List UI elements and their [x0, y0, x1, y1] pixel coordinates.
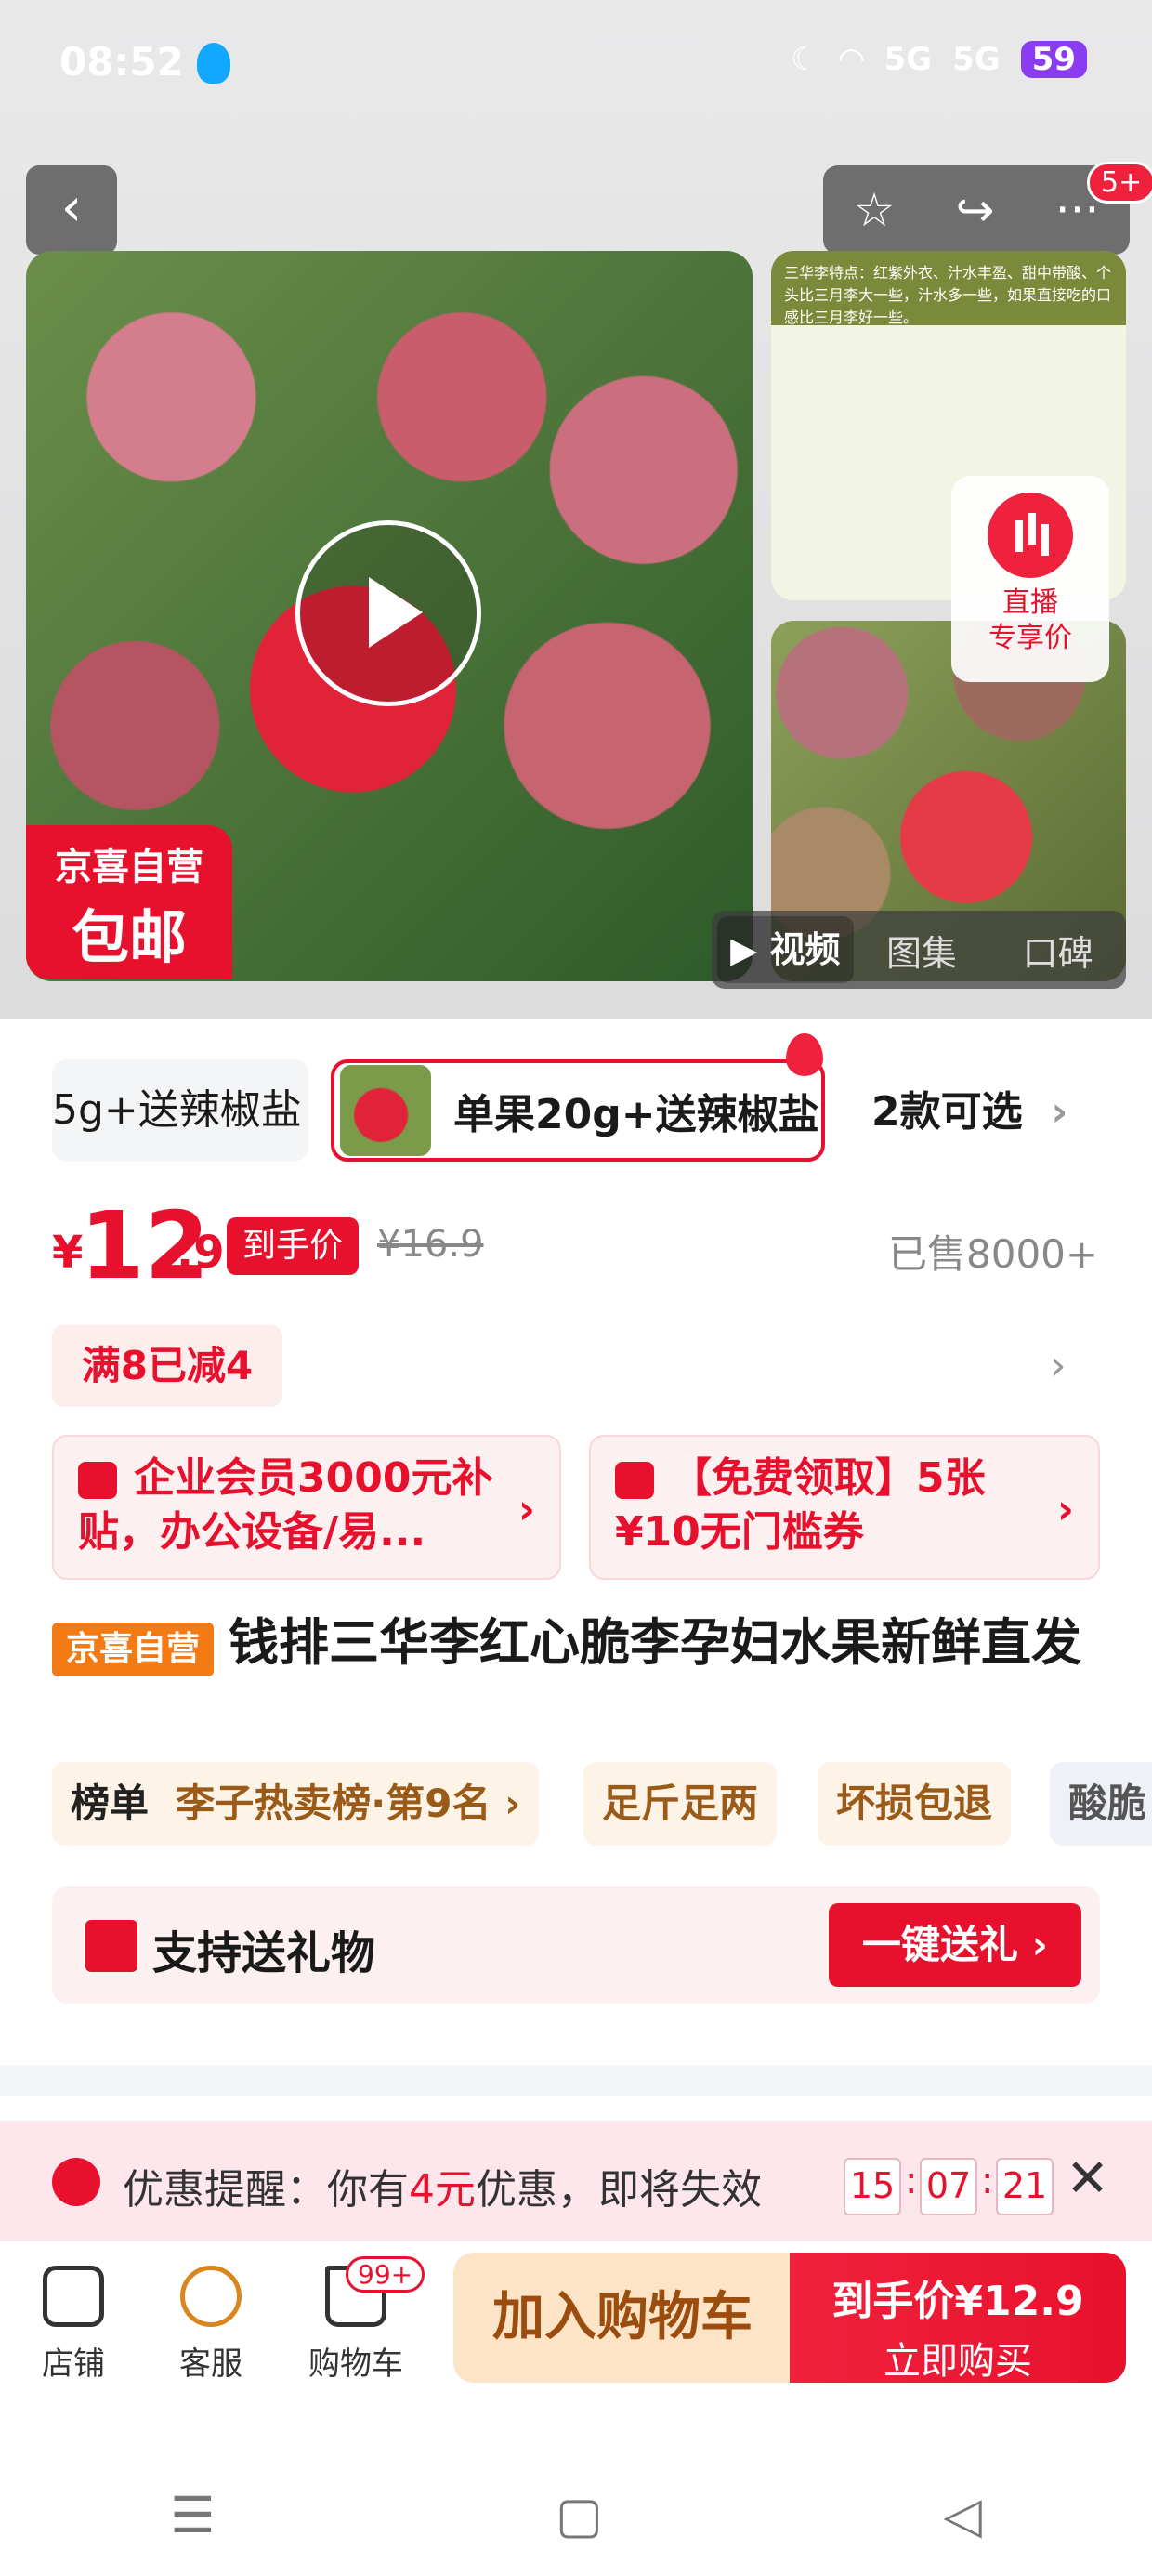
final-price-tag: 到手价: [227, 1217, 359, 1275]
chevron-right-icon: ›: [1056, 1486, 1074, 1533]
reminder-amount: 4元: [409, 2166, 476, 2214]
live-button[interactable]: 直播 专享价: [951, 476, 1109, 682]
feature-chip[interactable]: 足斤足两: [583, 1762, 778, 1846]
buy-now-button[interactable]: 到手价¥12.9 立即购买: [790, 2253, 1126, 2383]
shop-tag: 京喜自营: [52, 1623, 214, 1676]
price-decimal: .9: [177, 1227, 225, 1279]
rank-chip[interactable]: 榜单 李子热卖榜·第9名 ›: [52, 1762, 540, 1846]
timer-minutes: 07: [920, 2158, 977, 2215]
coupon-card-1[interactable]: 企业会员3000元补贴，办公设备/易... ›: [52, 1435, 561, 1580]
feature-chip[interactable]: 坏损包退: [818, 1762, 1012, 1846]
wifi-icon: ◠: [839, 41, 864, 78]
shop-label: 店铺: [42, 2346, 105, 2383]
sku-option-label: 5g+送辣椒盐: [52, 1086, 302, 1134]
timer-hours: 15: [844, 2158, 901, 2215]
coupon-card-2[interactable]: 【免费领取】5张¥10无门槛券 ›: [589, 1435, 1100, 1580]
promo-tag-line1: 京喜自营: [55, 846, 203, 888]
user-icon: [78, 1462, 117, 1499]
live-line1: 直播: [1002, 586, 1058, 619]
service-icon: [180, 2266, 242, 2327]
coupon-icon: [615, 1462, 654, 1499]
media-area: 08:52 ☾ ◠ 5G 5G 59 ‹ ☆ ↪ ··· 5+ 京喜自营 包邮 …: [0, 0, 1152, 1019]
sku-option[interactable]: 5g+送辣椒盐: [52, 1059, 308, 1162]
reminder-prefix: 优惠提醒：你有: [123, 2166, 409, 2214]
back-button[interactable]: ‹: [26, 165, 117, 255]
menu-icon[interactable]: ☰: [170, 2486, 215, 2544]
message-badge: 5+: [1087, 162, 1152, 204]
gift-label: 支持送礼物: [152, 1927, 376, 1979]
battery-icon: 59: [1020, 41, 1087, 78]
star-icon[interactable]: ☆: [854, 183, 896, 237]
price-symbol: ¥: [52, 1227, 84, 1279]
discount-reminder: 优惠提醒：你有4元优惠，即将失效 15 : 07 : 21 ✕: [0, 2121, 1152, 2241]
feature-chip[interactable]: 酸脆: [1050, 1762, 1152, 1846]
cart-badge: 99+: [346, 2256, 425, 2293]
buy-price: 到手价¥12.9: [831, 2278, 1084, 2325]
section-divider: [0, 2065, 1152, 2096]
close-icon[interactable]: ✕: [1066, 2149, 1109, 2209]
live-line2: 专享价: [988, 622, 1072, 654]
system-nav-bar: ☰ ▢ ◁: [0, 2453, 1152, 2576]
signal-1: 5G: [884, 41, 933, 78]
live-icon: [988, 493, 1073, 578]
timer-colon: :: [981, 2160, 994, 2202]
shop-icon: [43, 2266, 104, 2327]
back-icon[interactable]: ◁: [943, 2486, 982, 2544]
sku-selected-label: 单果20g+送辣椒盐: [453, 1091, 819, 1138]
send-gift-button[interactable]: 一键送礼 ›: [829, 1903, 1081, 1987]
sku-count[interactable]: 2款可选 ›: [871, 1078, 1067, 1137]
hot-flame-icon: [786, 1033, 823, 1076]
cart-label: 购物车: [308, 2346, 403, 2383]
signal-2: 5G: [952, 41, 1001, 78]
promo-badge[interactable]: 满8已减4: [52, 1325, 282, 1407]
status-bar: 08:52 ☾ ◠ 5G 5G 59: [0, 0, 1152, 139]
home-icon[interactable]: ▢: [556, 2486, 603, 2544]
promo-tag: 京喜自营 包邮: [26, 825, 232, 979]
reminder-suffix: 优惠，即将失效: [476, 2166, 762, 2214]
chevron-right-icon[interactable]: ›: [1050, 1342, 1067, 1389]
tab-video[interactable]: ▶ 视频: [717, 916, 854, 983]
moon-icon: ☾: [790, 41, 819, 78]
sku-thumbnail: [340, 1065, 431, 1156]
tab-video-label: 视频: [769, 929, 841, 970]
qq-icon: [197, 43, 230, 84]
shop-button[interactable]: 店铺: [13, 2266, 134, 2384]
service-button[interactable]: 客服: [151, 2266, 271, 2384]
gift-banner: 支持送礼物 一键送礼 ›: [52, 1886, 1100, 2004]
play-icon[interactable]: [295, 520, 481, 706]
promo-tag-line2: 包邮: [71, 903, 187, 971]
coupon-text-2: 【免费领取】5张¥10无门槛券: [615, 1454, 986, 1556]
reminder-text: 优惠提醒：你有4元优惠，即将失效: [123, 2156, 762, 2215]
timer-seconds: 21: [996, 2158, 1054, 2215]
media-tabs: ▶ 视频 图集 口碑: [712, 911, 1126, 989]
share-icon[interactable]: ↪: [956, 183, 995, 237]
tab-reviews[interactable]: 口碑: [989, 925, 1126, 976]
original-price: ¥16.9: [377, 1223, 484, 1266]
side-image-text: 三华李特点：红紫外衣、汁水丰盈、甜中带酸、个头比三月李大一些，汁水多一些，如果直…: [771, 251, 1126, 326]
timer-colon: :: [905, 2160, 918, 2202]
sku-option-selected[interactable]: 单果20g+送辣椒盐: [331, 1059, 825, 1162]
buy-now-label: 立即购买: [884, 2340, 1032, 2383]
chevron-right-icon: ›: [517, 1486, 535, 1533]
status-icons: ☾ ◠ 5G 5G 59: [791, 41, 1087, 78]
top-actions: ☆ ↪ ···: [823, 165, 1130, 255]
chevron-right-icon: ›: [1051, 1088, 1068, 1136]
rank-value: 李子热卖榜·第9名 ›: [176, 1781, 521, 1826]
add-to-cart-button[interactable]: 加入购物车: [453, 2253, 792, 2383]
service-label: 客服: [179, 2346, 242, 2383]
status-time: 08:52: [59, 39, 184, 85]
clock-icon: [52, 2158, 100, 2206]
gift-icon: [85, 1920, 137, 1972]
rank-key: 榜单: [71, 1781, 150, 1826]
tab-gallery[interactable]: 图集: [854, 925, 990, 976]
coupon-text-1: 企业会员3000元补贴，办公设备/易...: [78, 1454, 493, 1556]
sold-count: 已售8000+: [888, 1231, 1099, 1277]
sku-count-label: 2款可选: [871, 1088, 1023, 1136]
